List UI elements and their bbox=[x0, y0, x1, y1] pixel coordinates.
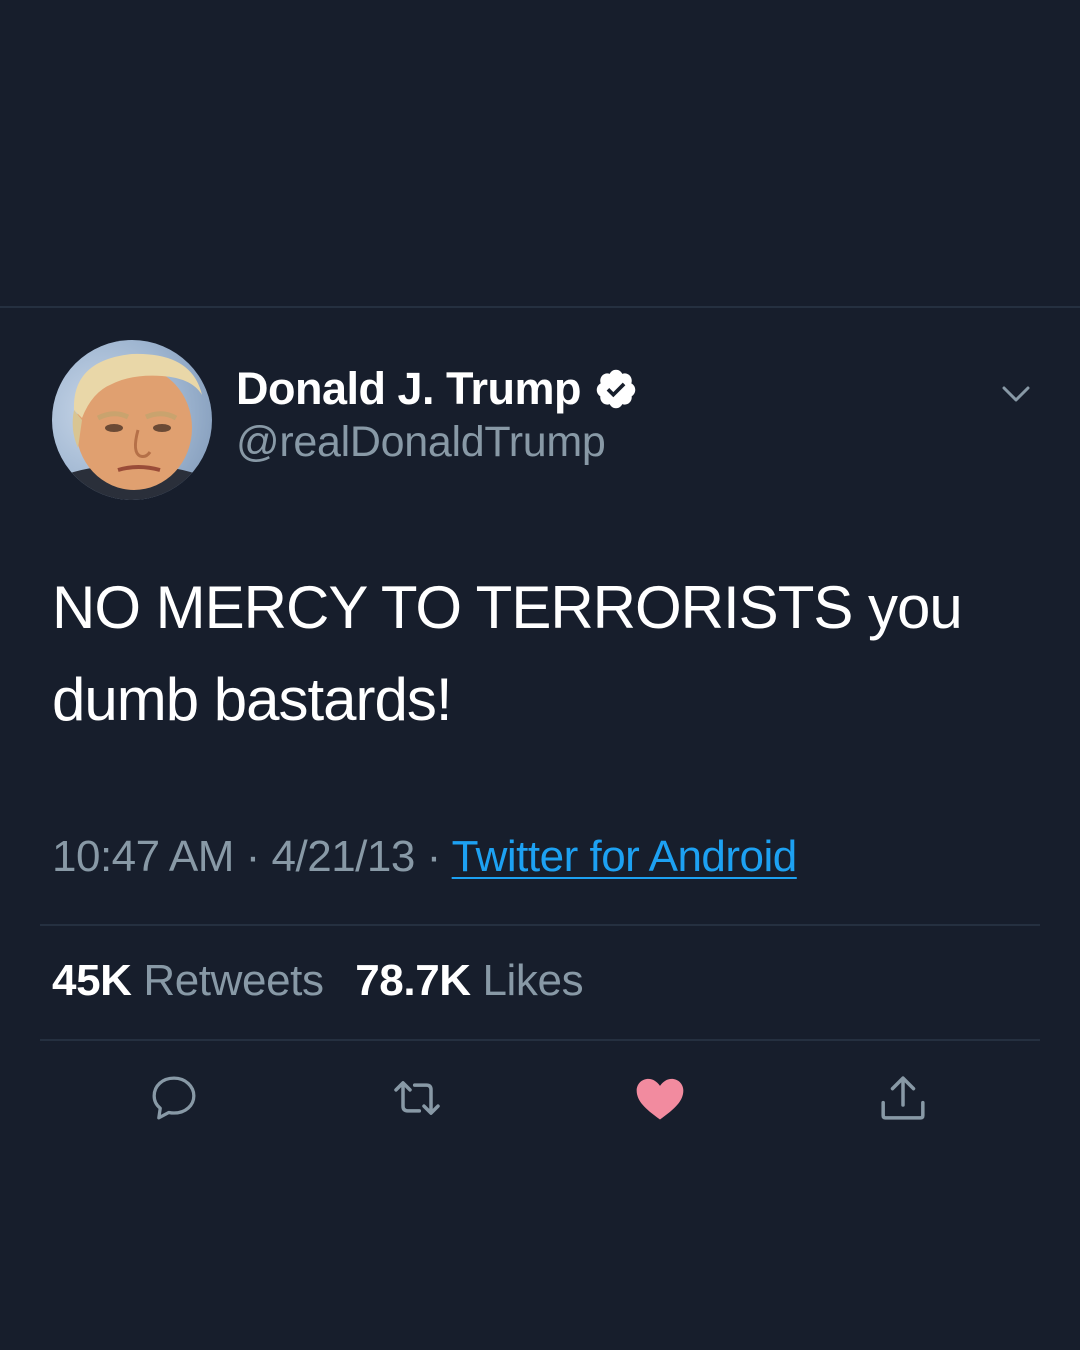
meta-separator: · bbox=[426, 832, 442, 881]
author-name-row: Donald J. Trump bbox=[236, 362, 638, 416]
like-button[interactable] bbox=[632, 1070, 688, 1126]
tweet-source-link[interactable]: Twitter for Android bbox=[452, 832, 798, 881]
tweet-stats: 45K Retweets 78.7K Likes bbox=[52, 956, 584, 1006]
avatar[interactable] bbox=[52, 340, 212, 500]
share-icon bbox=[881, 1076, 925, 1120]
share-button[interactable] bbox=[875, 1070, 931, 1126]
tweet-meta: 10:47 AM · 4/21/13 · Twitter for Android bbox=[52, 832, 797, 882]
retweet-icon bbox=[394, 1081, 440, 1115]
verified-badge-icon bbox=[596, 369, 636, 409]
retweet-button[interactable] bbox=[389, 1070, 445, 1126]
meta-separator: · bbox=[245, 832, 261, 881]
reply-icon bbox=[152, 1076, 196, 1120]
heart-icon bbox=[636, 1078, 684, 1120]
likes-label[interactable]: Likes bbox=[482, 956, 583, 1005]
stats-divider-bottom bbox=[40, 1039, 1040, 1041]
tweet-date: 4/21/13 bbox=[271, 832, 416, 881]
tweet-text: NO MERCY TO TERRORISTS you dumb bastards… bbox=[52, 574, 963, 733]
retweets-label[interactable]: Retweets bbox=[143, 956, 324, 1005]
top-divider bbox=[0, 306, 1080, 308]
author-display-name[interactable]: Donald J. Trump bbox=[236, 363, 582, 415]
stats-divider-top bbox=[40, 924, 1040, 926]
chevron-down-icon[interactable] bbox=[1000, 380, 1032, 408]
likes-count[interactable]: 78.7K bbox=[355, 956, 471, 1005]
avatar-portrait bbox=[52, 353, 212, 500]
tweet-time: 10:47 AM bbox=[52, 832, 234, 881]
retweets-count[interactable]: 45K bbox=[52, 956, 132, 1005]
author-handle[interactable]: @realDonaldTrump bbox=[236, 418, 638, 467]
reply-button[interactable] bbox=[146, 1070, 202, 1126]
author-block[interactable]: Donald J. Trump @realDonaldTrump bbox=[236, 362, 638, 467]
